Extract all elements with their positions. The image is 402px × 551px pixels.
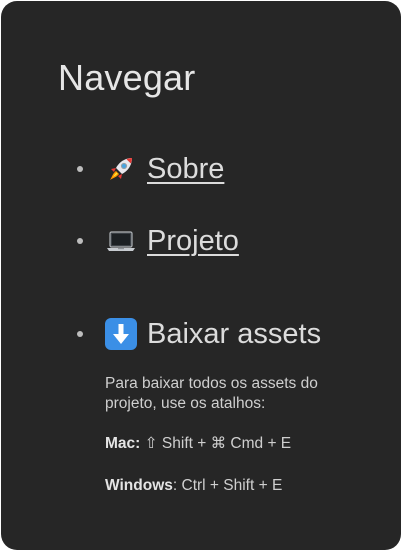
bullet-icon xyxy=(77,331,83,337)
nav-item-baixar-assets: Baixar assets xyxy=(77,317,321,351)
download-description: Para baixar todos os assets do projeto, … xyxy=(105,375,318,412)
nav-item-sobre: Sobre xyxy=(77,152,224,186)
mac-shortcut-keys: ⇧ Shift + ⌘ Cmd + E xyxy=(144,435,292,452)
windows-shortcut-keys: : Ctrl + Shift + E xyxy=(172,477,283,494)
sobre-link[interactable]: Sobre xyxy=(105,152,224,186)
windows-label: Windows xyxy=(105,477,173,494)
mac-shortcut: Mac: ⇧ Shift + ⌘ Cmd + E xyxy=(105,434,365,454)
projeto-link[interactable]: Projeto xyxy=(105,224,239,258)
sobre-label: Sobre xyxy=(147,153,225,185)
nav-item-projeto: Projeto xyxy=(77,224,239,258)
nav-title: Navegar xyxy=(58,57,196,98)
bullet-icon xyxy=(77,238,83,244)
baixar-assets-label: Baixar assets xyxy=(147,318,322,350)
navigation-panel: Navegar Sobre Projeto Baixar assets Para… xyxy=(1,1,401,550)
bullet-icon xyxy=(77,166,83,172)
mac-label: Mac: xyxy=(105,435,141,452)
windows-shortcut: Windows: Ctrl + Shift + E xyxy=(105,476,365,496)
down-arrow-icon xyxy=(105,318,137,350)
laptop-icon xyxy=(107,231,135,251)
rocket-icon xyxy=(110,158,132,180)
projeto-label: Projeto xyxy=(147,225,239,257)
